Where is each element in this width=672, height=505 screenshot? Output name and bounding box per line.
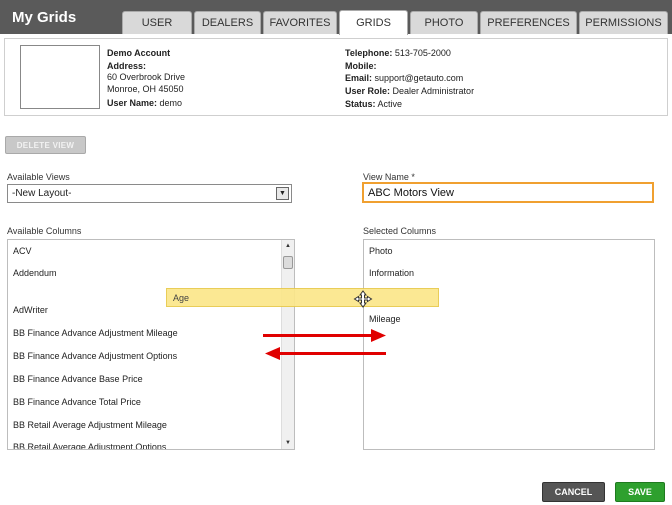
list-item[interactable]: BB Retail Average Adjustment Mileage	[13, 420, 167, 430]
scroll-thumb[interactable]	[283, 256, 293, 269]
header-bar: My Grids USER DEALERS FAVORITES GRIDS PH…	[0, 0, 672, 35]
list-item[interactable]: BB Finance Advance Base Price	[13, 374, 143, 384]
address-label: Address:	[107, 61, 147, 71]
arrow-left-icon	[265, 347, 386, 360]
delete-view-button[interactable]: DELETE VIEW	[5, 136, 86, 154]
chevron-down-icon[interactable]: ▼	[276, 187, 289, 200]
dragging-column-item[interactable]: Age	[166, 288, 439, 307]
list-item[interactable]: Information	[369, 268, 414, 278]
address-line1: 60 Overbrook Drive	[107, 72, 186, 82]
mobile-row: Mobile:	[345, 61, 377, 71]
move-cursor-icon	[353, 290, 373, 308]
username-row: User Name: demo	[107, 98, 183, 108]
available-columns-list[interactable]: ACV Addendum AdWriter BB Finance Advance…	[7, 239, 295, 450]
telephone-row: Telephone: 513-705-2000	[345, 48, 451, 58]
status-row: Status: Active	[345, 99, 403, 109]
account-name: Demo Account	[107, 48, 171, 58]
profile-photo	[20, 45, 100, 109]
tab-dealers[interactable]: DEALERS	[194, 11, 261, 34]
list-item[interactable]: Mileage	[369, 314, 401, 324]
tab-photo[interactable]: PHOTO	[410, 11, 478, 34]
list-item[interactable]: BB Retail Average Adjustment Options	[13, 442, 166, 449]
available-views-value: -New Layout-	[12, 188, 72, 199]
transfer-arrows	[263, 329, 386, 360]
email-row: Email: support@getauto.com	[345, 73, 464, 83]
view-name-input[interactable]: ABC Motors View	[362, 182, 654, 203]
selected-columns-list[interactable]: Photo Information Mileage	[363, 239, 655, 450]
page-title: My Grids	[12, 9, 77, 26]
address-line2: Monroe, OH 45050	[107, 84, 184, 94]
scroll-down-icon[interactable]: ▼	[282, 437, 294, 449]
scroll-up-icon[interactable]: ▲	[282, 240, 294, 252]
list-item[interactable]: ACV	[13, 246, 32, 256]
view-name-label: View Name *	[363, 172, 415, 182]
tab-favorites[interactable]: FAVORITES	[263, 11, 337, 34]
available-views-label: Available Views	[7, 172, 70, 182]
available-views-select[interactable]: -New Layout- ▼	[7, 184, 292, 203]
list-item[interactable]: AdWriter	[13, 305, 48, 315]
selected-columns-label: Selected Columns	[363, 226, 437, 236]
available-columns-label: Available Columns	[7, 226, 82, 236]
tab-grids[interactable]: GRIDS	[339, 10, 408, 35]
list-item[interactable]: Photo	[369, 246, 393, 256]
tab-user[interactable]: USER	[122, 11, 192, 34]
cancel-button[interactable]: CANCEL	[542, 482, 605, 502]
list-item[interactable]: BB Finance Advance Adjustment Options	[13, 351, 177, 361]
save-button[interactable]: SAVE	[615, 482, 665, 502]
tab-permissions[interactable]: PERMISSIONS	[579, 11, 668, 34]
arrow-right-icon	[263, 329, 386, 342]
list-item[interactable]: BB Finance Advance Total Price	[13, 397, 141, 407]
list-item[interactable]: BB Finance Advance Adjustment Mileage	[13, 328, 178, 338]
list-item[interactable]: Addendum	[13, 268, 57, 278]
tab-preferences[interactable]: PREFERENCES	[480, 11, 577, 34]
role-row: User Role: Dealer Administrator	[345, 86, 475, 96]
profile-panel: Demo Account Address: 60 Overbrook Drive…	[4, 38, 668, 116]
